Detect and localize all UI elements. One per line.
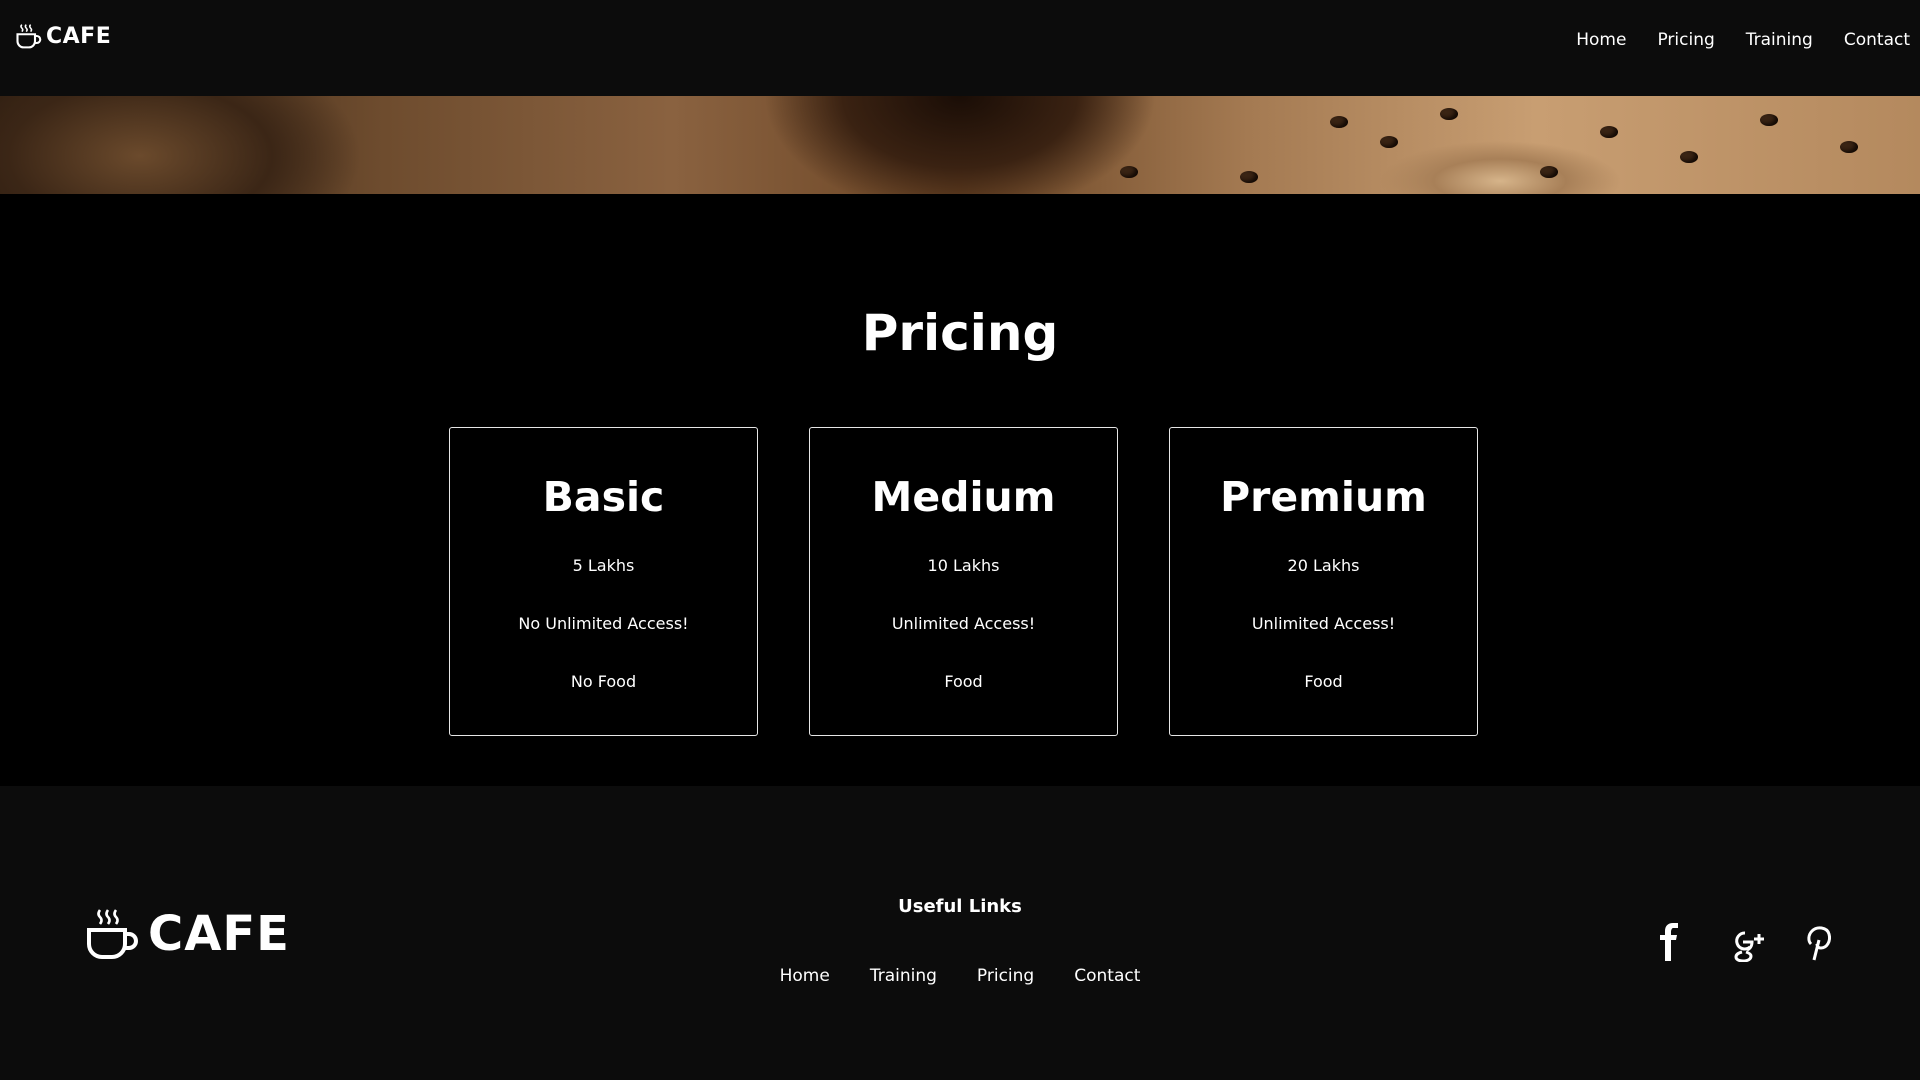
brand-logo-link[interactable]: CAFE	[14, 22, 111, 50]
coffee-bean-decoration	[1680, 151, 1698, 163]
plan-access: Unlimited Access!	[1251, 614, 1396, 633]
top-navbar: CAFE Home Pricing Training Contact	[0, 0, 1920, 96]
plan-food: Food	[944, 672, 983, 691]
coffee-bean-decoration	[1440, 108, 1458, 120]
plan-access: No Unlimited Access!	[518, 614, 689, 633]
pricing-section: Pricing Basic 5 Lakhs No Unlimited Acces…	[0, 194, 1920, 786]
pricing-card-premium: Premium 20 Lakhs Unlimited Access! Food	[1169, 427, 1478, 736]
coffee-bean-decoration	[1840, 141, 1858, 153]
coffee-cup-icon	[16, 24, 42, 49]
footer-links: Home Training Pricing Contact	[0, 966, 1920, 986]
plan-price: 10 Lakhs	[927, 556, 1000, 575]
hero-banner-image	[0, 96, 1920, 194]
footer-link-contact[interactable]: Contact	[1074, 966, 1140, 986]
coffee-bean-decoration	[1120, 166, 1138, 178]
facebook-icon[interactable]	[1654, 922, 1686, 962]
footer-link-home[interactable]: Home	[780, 966, 830, 986]
plan-price: 5 Lakhs	[572, 556, 635, 575]
footer: CAFE Useful Links Home Training Pricing …	[0, 786, 1920, 1080]
footer-link-pricing[interactable]: Pricing	[977, 966, 1034, 986]
brand-name: CAFE	[46, 23, 112, 49]
nav-pricing-link[interactable]: Pricing	[1657, 30, 1714, 50]
coffee-bean-decoration	[1380, 136, 1398, 148]
coffee-bean-decoration	[1240, 171, 1258, 183]
pricing-card-basic: Basic 5 Lakhs No Unlimited Access! No Fo…	[449, 427, 758, 736]
social-links	[1654, 922, 1834, 963]
plan-name: Basic	[542, 473, 665, 521]
main-nav: Home Pricing Training Contact	[1576, 30, 1910, 50]
nav-training-link[interactable]: Training	[1746, 30, 1813, 50]
coffee-bean-decoration	[1760, 114, 1778, 126]
google-plus-icon[interactable]	[1728, 922, 1764, 963]
footer-link-training[interactable]: Training	[870, 966, 937, 986]
coffee-bean-decoration	[1600, 126, 1618, 138]
useful-links-title: Useful Links	[898, 896, 1022, 917]
plan-name: Premium	[1220, 473, 1427, 521]
plan-food: No Food	[570, 672, 637, 691]
pricing-card-medium: Medium 10 Lakhs Unlimited Access! Food	[809, 427, 1118, 736]
plan-access: Unlimited Access!	[891, 614, 1036, 633]
pinterest-icon[interactable]	[1802, 922, 1834, 962]
nav-home-link[interactable]: Home	[1576, 30, 1626, 50]
nav-contact-link[interactable]: Contact	[1844, 30, 1910, 50]
plan-food: Food	[1304, 672, 1343, 691]
plan-name: Medium	[871, 473, 1056, 521]
section-title: Pricing	[861, 304, 1059, 362]
coffee-bean-decoration	[1330, 116, 1348, 128]
coffee-bean-decoration	[1540, 166, 1558, 178]
plan-price: 20 Lakhs	[1287, 556, 1360, 575]
